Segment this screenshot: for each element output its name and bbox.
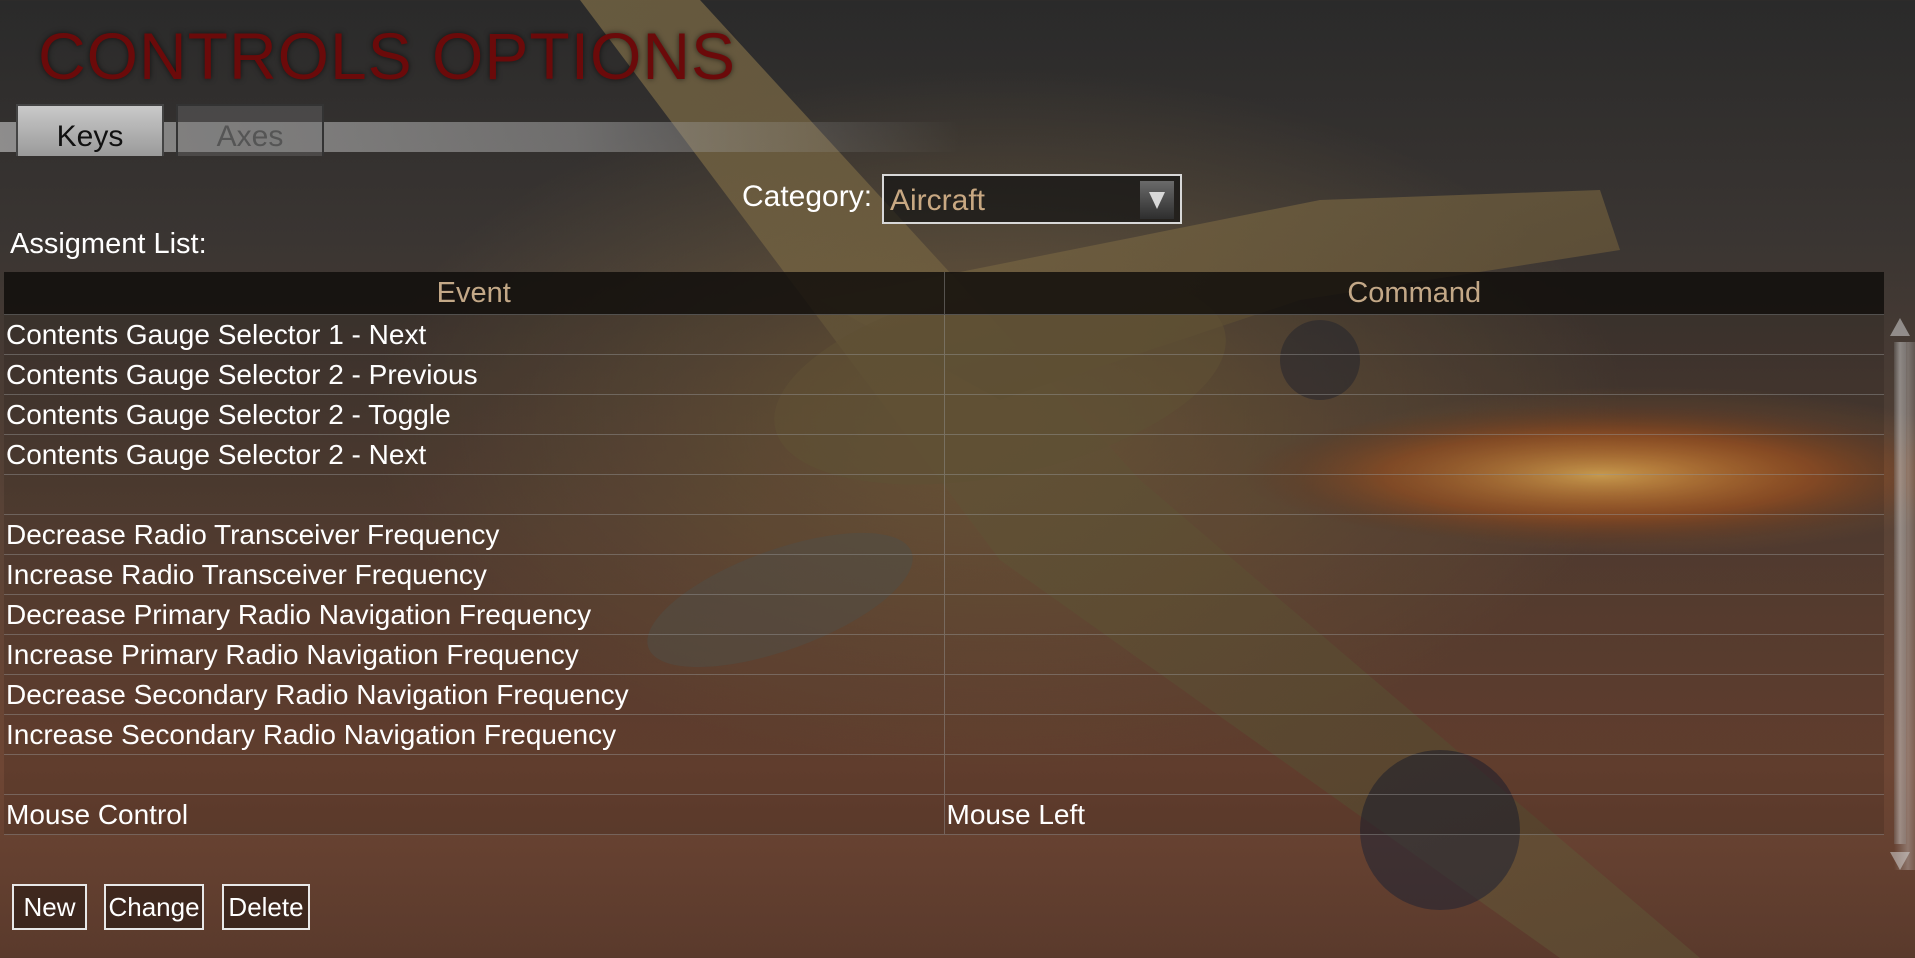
page-title: CONTROLS OPTIONS <box>38 19 737 93</box>
event-cell: Decrease Secondary Radio Navigation Freq… <box>4 675 945 714</box>
event-cell: Decrease Primary Radio Navigation Freque… <box>4 595 945 634</box>
change-button[interactable]: Change <box>104 884 204 930</box>
vertical-scrollbar[interactable] <box>1886 312 1915 872</box>
table-row[interactable]: Increase Secondary Radio Navigation Freq… <box>4 715 1884 755</box>
event-cell: Increase Primary Radio Navigation Freque… <box>4 635 945 674</box>
category-label: Category: <box>742 180 873 213</box>
assignment-list-label: Assigment List: <box>10 228 207 260</box>
command-cell <box>945 635 1885 674</box>
event-cell: Decrease Radio Transceiver Frequency <box>4 515 945 554</box>
scroll-up-arrow-icon[interactable] <box>1888 316 1912 338</box>
event-cell: Increase Secondary Radio Navigation Freq… <box>4 715 945 754</box>
table-row[interactable]: Decrease Radio Transceiver Frequency <box>4 515 1884 555</box>
event-cell <box>4 755 945 794</box>
event-cell: Mouse Control <box>4 795 945 834</box>
table-row[interactable]: Increase Primary Radio Navigation Freque… <box>4 635 1884 675</box>
assignment-table: Event Command Contents Gauge Selector 1 … <box>4 272 1884 835</box>
delete-button[interactable]: Delete <box>222 884 310 930</box>
category-dropdown[interactable]: Aircraft <box>882 174 1182 224</box>
category-selected-value: Aircraft <box>890 184 986 217</box>
command-cell <box>945 355 1885 394</box>
table-body: Contents Gauge Selector 1 - Next Contents… <box>4 315 1884 835</box>
command-cell <box>945 675 1885 714</box>
command-cell <box>945 555 1885 594</box>
tab-axes[interactable]: Axes <box>176 104 324 156</box>
scroll-track[interactable] <box>1894 342 1915 870</box>
table-row[interactable]: Contents Gauge Selector 2 - Toggle <box>4 395 1884 435</box>
table-row[interactable] <box>4 755 1884 795</box>
command-cell <box>945 755 1885 794</box>
command-cell <box>945 395 1885 434</box>
tab-keys-label: Keys <box>56 120 124 153</box>
event-cell: Contents Gauge Selector 2 - Toggle <box>4 395 945 434</box>
table-row[interactable]: Contents Gauge Selector 2 - Previous <box>4 355 1884 395</box>
scroll-down-arrow-icon[interactable] <box>1888 850 1912 872</box>
table-row[interactable]: Mouse Control Mouse Left <box>4 795 1884 835</box>
command-cell <box>945 435 1885 474</box>
command-cell <box>945 315 1885 354</box>
event-cell: Contents Gauge Selector 1 - Next <box>4 315 945 354</box>
event-cell: Contents Gauge Selector 2 - Previous <box>4 355 945 394</box>
new-button[interactable]: New <box>12 884 87 930</box>
table-row[interactable]: Contents Gauge Selector 1 - Next <box>4 315 1884 355</box>
command-cell <box>945 595 1885 634</box>
table-row[interactable]: Decrease Secondary Radio Navigation Freq… <box>4 675 1884 715</box>
tab-keys[interactable]: Keys <box>16 104 164 156</box>
chevron-down-icon[interactable] <box>1140 181 1174 219</box>
event-cell <box>4 475 945 514</box>
column-header-command[interactable]: Command <box>945 272 1885 314</box>
scroll-thumb[interactable] <box>1894 342 1915 870</box>
command-cell <box>945 475 1885 514</box>
table-row[interactable]: Increase Radio Transceiver Frequency <box>4 555 1884 595</box>
tab-axes-label: Axes <box>216 120 284 153</box>
table-header: Event Command <box>4 272 1884 315</box>
table-row[interactable] <box>4 475 1884 515</box>
event-cell: Contents Gauge Selector 2 - Next <box>4 435 945 474</box>
event-cell: Increase Radio Transceiver Frequency <box>4 555 945 594</box>
command-cell <box>945 515 1885 554</box>
command-cell <box>945 715 1885 754</box>
table-row[interactable]: Contents Gauge Selector 2 - Next <box>4 435 1884 475</box>
table-row[interactable]: Decrease Primary Radio Navigation Freque… <box>4 595 1884 635</box>
command-cell: Mouse Left <box>946 799 1086 830</box>
column-header-event[interactable]: Event <box>4 272 945 314</box>
